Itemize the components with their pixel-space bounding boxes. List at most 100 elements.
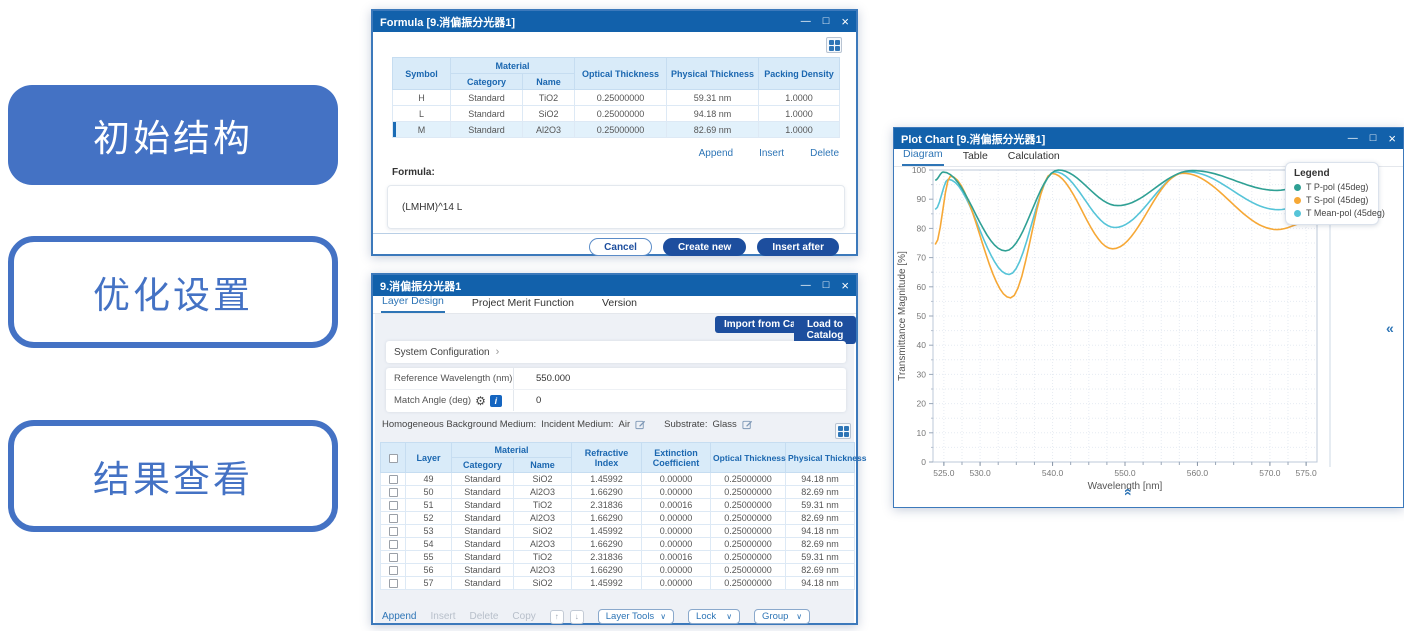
formula-input[interactable]: (LMHM)^14 L (387, 185, 845, 229)
col-category: Category (451, 74, 523, 90)
cell-optical_thickness: 0.25000000 (711, 512, 786, 525)
formula-table-row[interactable]: MStandardAl2O30.2500000082.69 nm1.0000 (393, 122, 840, 138)
layer-table-row[interactable]: 54StandardAl2O31.662900.000000.250000008… (381, 538, 855, 551)
create-new-button[interactable]: Create new (663, 238, 746, 256)
cell-optical_thickness: 0.25000000 (575, 90, 667, 106)
cell-optical_thickness: 0.25000000 (711, 499, 786, 512)
layer-table-row[interactable]: 50StandardAl2O31.662900.000000.250000008… (381, 486, 855, 499)
formula-table-row[interactable]: LStandardSiO20.2500000094.18 nm1.0000 (393, 106, 840, 122)
up-arrow-icon: ↑ (555, 612, 559, 621)
formula-table-row[interactable]: HStandardTiO20.2500000059.31 nm1.0000 (393, 90, 840, 106)
table-settings-icon[interactable] (835, 423, 851, 439)
maximize-icon[interactable]: □ (823, 16, 830, 27)
svg-text:570.0: 570.0 (1259, 468, 1281, 478)
edit-icon[interactable] (635, 419, 646, 430)
layer-table: Layer Material Refractive Index Extincti… (380, 442, 855, 590)
append-link[interactable]: Append (699, 148, 733, 159)
move-down-button[interactable]: ↓ (570, 610, 584, 624)
cell-packing_density: 1.0000 (759, 90, 840, 106)
table-settings-icon[interactable] (826, 37, 842, 53)
cell-name: Al2O3 (514, 512, 572, 525)
append-link[interactable]: Append (382, 611, 416, 622)
insert-after-button[interactable]: Insert after (757, 238, 839, 256)
minimize-icon[interactable]: — (801, 281, 811, 291)
menu-calculation[interactable]: Calculation (1007, 146, 1061, 166)
gear-icon[interactable]: ⚙ (475, 395, 486, 407)
cancel-button[interactable]: Cancel (589, 238, 652, 256)
legend-item: T S-pol (45deg) (1294, 195, 1370, 205)
row-checkbox[interactable] (389, 527, 398, 536)
layer-table-row[interactable]: 53StandardSiO21.459920.000000.2500000094… (381, 525, 855, 538)
col-name: Name (523, 74, 575, 90)
collapse-panel-icon[interactable]: « (1386, 320, 1394, 336)
row-checkbox[interactable] (389, 514, 398, 523)
step-initial-structure[interactable]: 初始结构 (8, 85, 338, 185)
col-optical-thickness: Optical Thickness (711, 443, 786, 473)
layer-tools-dropdown[interactable]: Layer Tools ∨ (598, 609, 674, 624)
load-to-catalog-button[interactable]: Load to Catalog (794, 316, 856, 344)
maximize-icon[interactable]: □ (1370, 133, 1377, 144)
menu-table[interactable]: Table (962, 146, 989, 166)
row-checkbox[interactable] (389, 501, 398, 510)
col-material: Material (452, 443, 572, 458)
cell-name: TiO2 (523, 90, 575, 106)
delete-link[interactable]: Delete (810, 148, 839, 159)
tab-layer-design[interactable]: Layer Design (381, 291, 445, 313)
lock-dropdown[interactable]: Lock ∨ (688, 609, 740, 624)
svg-text:560.0: 560.0 (1187, 468, 1209, 478)
reference-wavelength-value[interactable]: 550.000 (514, 368, 846, 389)
info-icon[interactable]: i (490, 395, 502, 407)
cell-optical_thickness: 0.25000000 (711, 538, 786, 551)
cell-extinction_coefficient: 0.00000 (642, 486, 711, 499)
tab-project-merit-function[interactable]: Project Merit Function (471, 293, 575, 313)
row-checkbox[interactable] (389, 579, 398, 588)
substrate-value: Glass (712, 419, 736, 430)
cell-extinction_coefficient: 0.00000 (642, 564, 711, 577)
minimize-icon[interactable]: — (1348, 134, 1358, 144)
edit-icon[interactable] (742, 419, 753, 430)
layer-table-row[interactable]: 49StandardSiO21.459920.000000.2500000094… (381, 473, 855, 486)
col-physical-thickness: Physical Thickness (667, 58, 759, 90)
layer-table-row[interactable]: 56StandardAl2O31.662900.000000.250000008… (381, 564, 855, 577)
legend-label: T Mean-pol (45deg) (1306, 208, 1385, 218)
copy-link[interactable]: Copy (512, 611, 535, 622)
collapse-bottom-icon[interactable]: « (1121, 488, 1137, 496)
svg-text:100: 100 (912, 167, 926, 175)
insert-link[interactable]: Insert (430, 611, 455, 622)
row-checkbox[interactable] (389, 488, 398, 497)
match-angle-value[interactable]: 0 (514, 390, 846, 411)
select-all-checkbox[interactable] (389, 454, 398, 463)
cell-optical_thickness: 0.25000000 (711, 564, 786, 577)
cell-refractive_index: 1.66290 (572, 538, 642, 551)
chevron-down-icon: ∨ (726, 612, 732, 621)
system-configuration-section[interactable]: System Configuration › (386, 341, 846, 363)
maximize-icon[interactable]: □ (823, 280, 830, 291)
close-icon[interactable]: × (1388, 132, 1396, 145)
cell-symbol: L (393, 106, 451, 122)
insert-link[interactable]: Insert (759, 148, 784, 159)
row-checkbox[interactable] (389, 540, 398, 549)
menu-diagram[interactable]: Diagram (902, 144, 944, 166)
row-checkbox[interactable] (389, 566, 398, 575)
reference-wavelength-label: Reference Wavelength (nm) (386, 368, 514, 389)
layer-table-row[interactable]: 55StandardTiO22.318360.000160.2500000059… (381, 551, 855, 564)
legend-label: T S-pol (45deg) (1306, 195, 1368, 205)
close-icon[interactable]: × (841, 279, 849, 292)
close-icon[interactable]: × (841, 15, 849, 28)
minimize-icon[interactable]: — (801, 17, 811, 27)
group-label: Group (762, 611, 788, 622)
layer-table-row[interactable]: 51StandardTiO22.318360.000160.2500000059… (381, 499, 855, 512)
cell-physical_thickness: 59.31 nm (786, 551, 855, 564)
legend-item: T P-pol (45deg) (1294, 182, 1370, 192)
step-optimization-settings[interactable]: 优化设置 (8, 236, 338, 348)
row-checkbox[interactable] (389, 553, 398, 562)
move-up-button[interactable]: ↑ (550, 610, 564, 624)
tab-version[interactable]: Version (601, 293, 638, 313)
row-checkbox[interactable] (389, 475, 398, 484)
layer-table-row[interactable]: 57StandardSiO21.459920.000000.2500000094… (381, 577, 855, 590)
step-result-view[interactable]: 结果查看 (8, 420, 338, 532)
layer-table-row[interactable]: 52StandardAl2O31.662900.000000.250000008… (381, 512, 855, 525)
cell-name: SiO2 (514, 473, 572, 486)
delete-link[interactable]: Delete (470, 611, 499, 622)
group-dropdown[interactable]: Group ∨ (754, 609, 810, 624)
